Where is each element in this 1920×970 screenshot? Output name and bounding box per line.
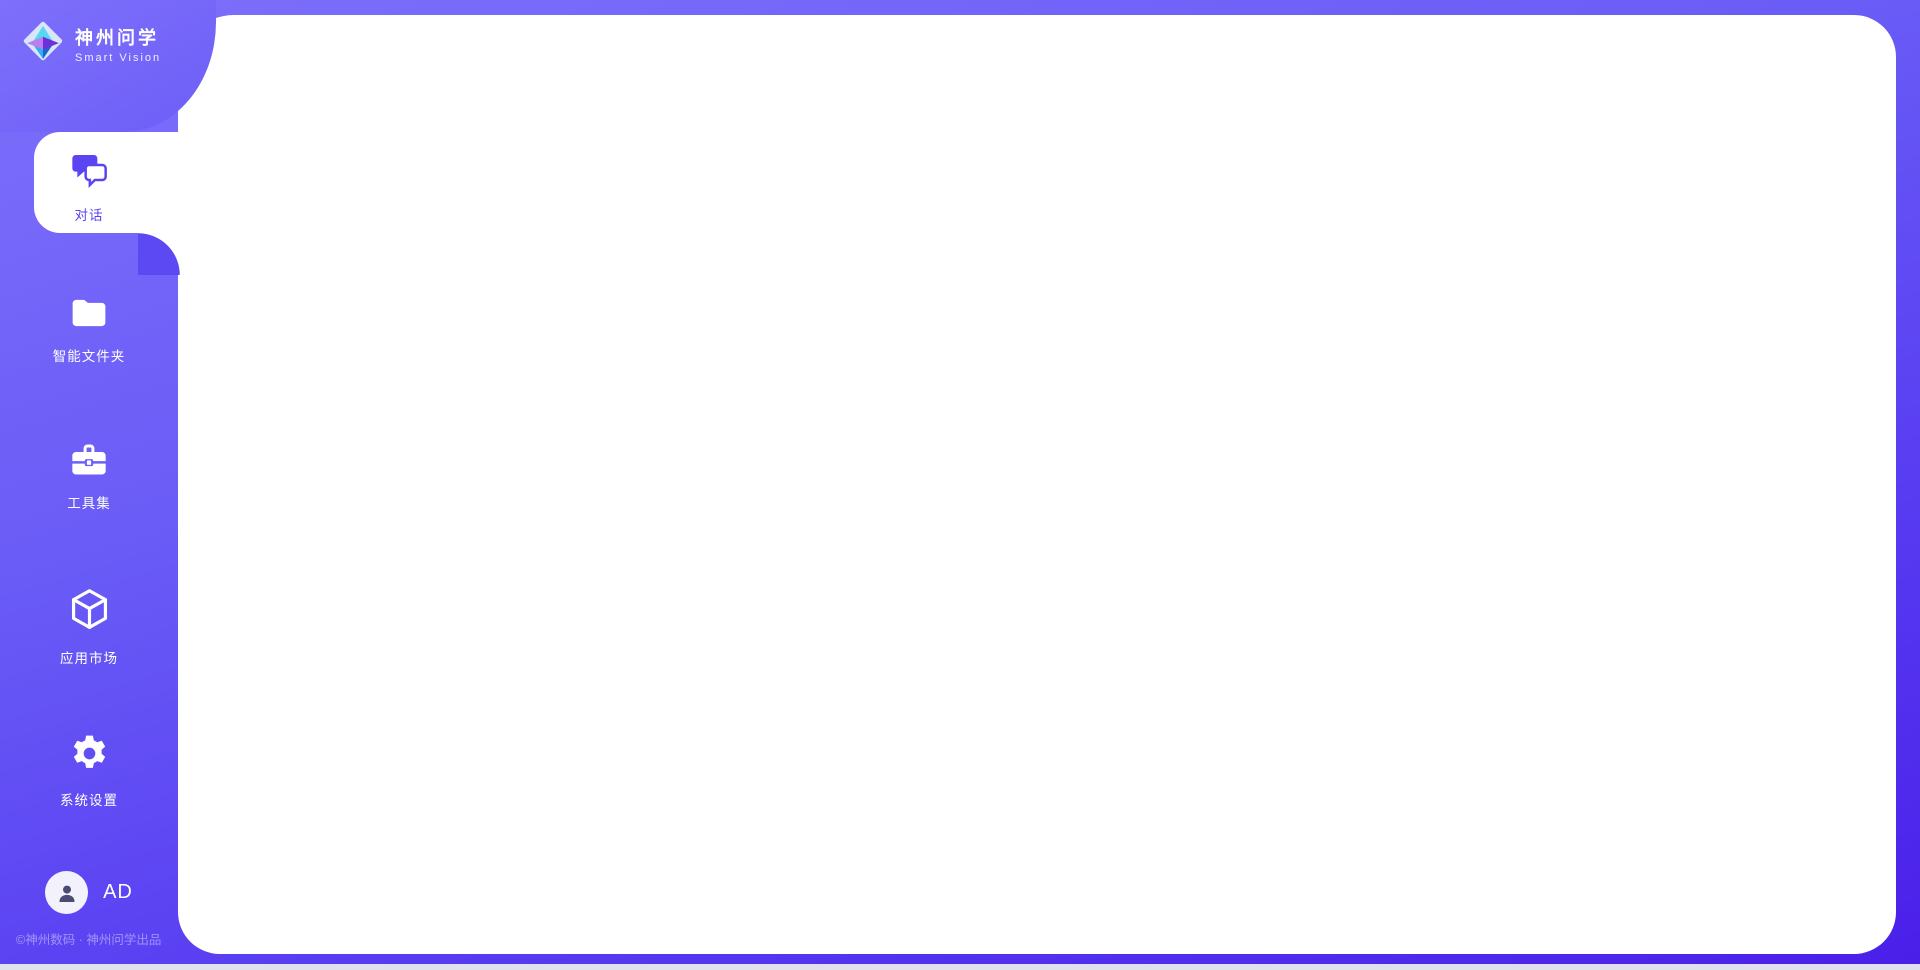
sidebar-item-smart-folder[interactable]: 智能文件夹 [0,295,178,365]
cube-icon [67,586,112,638]
avatar [45,871,88,914]
folder-icon [69,295,109,336]
user-initials: AD [103,881,133,904]
window-bottom-edge [0,964,1920,970]
brand-name: 神州问学 [75,24,161,50]
sidebar-item-label: 工具集 [67,492,111,512]
copyright-text: ©神州数码 · 神州问学出品 [16,929,161,948]
sidebar-item-label: 对话 [75,204,104,224]
briefcase-icon [69,441,109,483]
gear-icon [68,732,111,780]
sidebar: 神州问学 Smart Vision 对话 智能文件夹 工具集 应用市场 [0,0,178,970]
user-account[interactable]: AD [0,871,178,914]
main-content-sheet [178,15,1896,954]
sidebar-item-label: 系统设置 [60,789,118,809]
brand-subtitle: Smart Vision [75,52,161,64]
sidebar-item-settings[interactable]: 系统设置 [0,732,178,809]
sidebar-item-label: 应用市场 [60,647,118,667]
sidebar-item-label: 智能文件夹 [53,345,126,365]
sidebar-item-app-market[interactable]: 应用市场 [0,586,178,667]
brand-logo-icon [20,18,66,69]
sidebar-item-toolset[interactable]: 工具集 [0,441,178,512]
sidebar-item-chat[interactable]: 对话 [0,150,178,224]
brand: 神州问学 Smart Vision [20,18,161,69]
chat-bubbles-icon [69,150,109,195]
